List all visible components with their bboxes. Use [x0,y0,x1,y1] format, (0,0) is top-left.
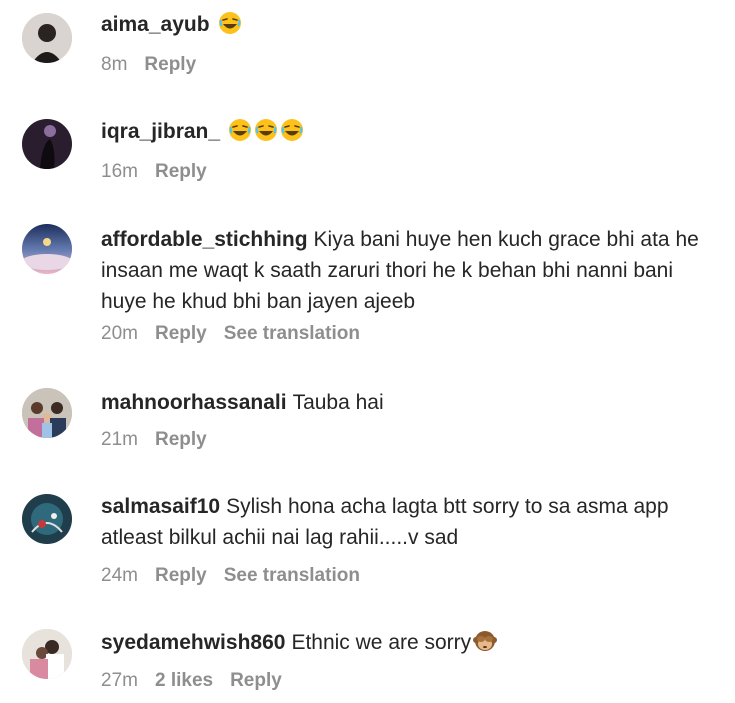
comment-text: Tauba hai [292,391,384,414]
username-link[interactable]: syedamehwish860 [101,631,285,654]
see-translation-button[interactable]: See translation [224,565,360,587]
comment-body: syedamehwish860 Ethnic we are sorry [101,627,721,662]
comment-meta: 20m Reply See translation [101,323,377,345]
timestamp: 27m [101,670,138,691]
comment-body: affordable_stichhing Kiya bani huye hen k… [101,224,721,317]
comment-meta: 24m Reply See translation [101,565,377,587]
avatar[interactable] [22,494,72,544]
see-translation-button[interactable]: See translation [224,323,360,345]
comment-body: iqra_jibran_ [101,116,721,151]
laughing-emoji-icon [228,118,252,151]
likes-count[interactable]: 2 likes [155,670,213,692]
username-link[interactable]: affordable_stichhing [101,228,308,251]
timestamp: 24m [101,565,138,586]
comment-meta: 27m 2 likes Reply [101,670,299,692]
username-link[interactable]: iqra_jibran_ [101,120,220,143]
reply-button[interactable]: Reply [155,323,207,345]
avatar[interactable] [22,13,72,63]
comment-body: mahnoorhassanali Tauba hai [101,387,721,418]
comment-meta: 8m Reply [101,54,213,76]
timestamp: 8m [101,54,128,75]
avatar[interactable] [22,224,72,274]
laughing-emoji-icon [218,11,242,44]
reply-button[interactable]: Reply [144,54,196,76]
avatar[interactable] [22,629,72,679]
comment-body: salmasaif10 Sylish hona acha lagta btt so… [101,491,721,553]
timestamp: 20m [101,323,138,344]
comment-meta: 16m Reply [101,161,224,183]
username-link[interactable]: salmasaif10 [101,495,220,518]
reply-button[interactable]: Reply [155,161,207,183]
laughing-emoji-icon [280,118,304,151]
username-link[interactable]: aima_ayub [101,13,210,36]
reply-button[interactable]: Reply [230,670,282,692]
reply-button[interactable]: Reply [155,565,207,587]
comment-body: aima_ayub [101,9,721,44]
reply-button[interactable]: Reply [155,429,207,451]
see-no-evil-monkey-icon [473,629,498,662]
laughing-emoji-icon [254,118,278,151]
timestamp: 16m [101,161,138,182]
comment-text: Ethnic we are sorry [291,631,472,654]
avatar[interactable] [22,119,72,169]
comment-meta: 21m Reply [101,429,224,451]
username-link[interactable]: mahnoorhassanali [101,391,287,414]
avatar[interactable] [22,388,72,438]
timestamp: 21m [101,429,138,450]
